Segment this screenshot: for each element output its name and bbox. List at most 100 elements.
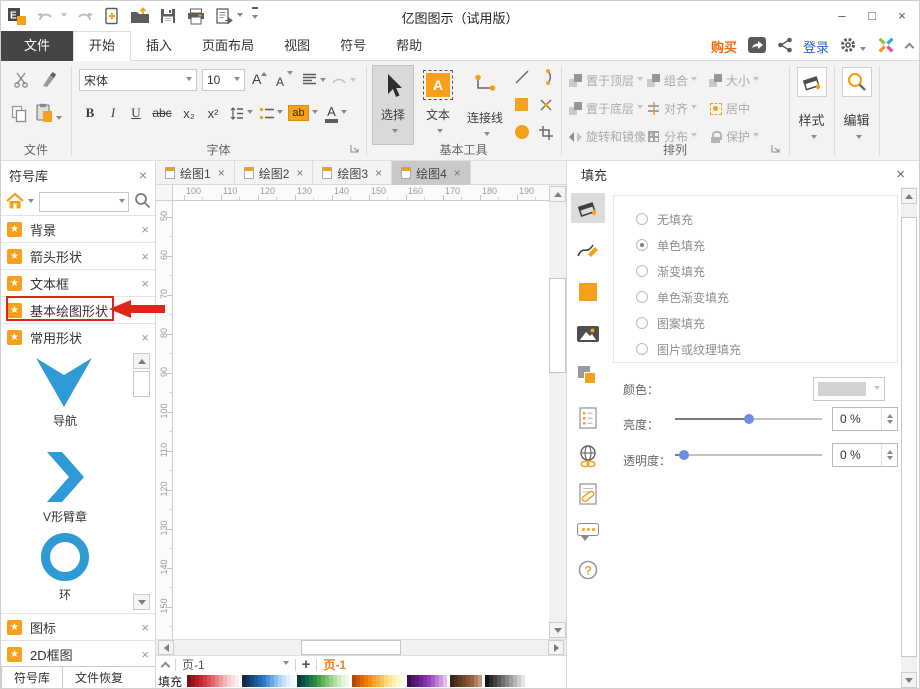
drawing-tab-1[interactable]: 绘图1× — [156, 161, 235, 185]
library-item-arrow-shapes[interactable]: ★箭头形状× — [1, 243, 155, 270]
page-list-icon[interactable] — [571, 403, 605, 433]
color-swatch[interactable] — [290, 675, 294, 687]
scroll-right-icon[interactable] — [548, 640, 564, 655]
text-tool-button[interactable]: A 文本 — [418, 65, 458, 145]
color-swatch[interactable] — [235, 675, 239, 687]
shape-v-chevron[interactable] — [47, 452, 85, 505]
edit-button[interactable]: 编辑 — [834, 61, 879, 161]
page-selector[interactable]: 页-1 — [182, 656, 205, 673]
menu-tab-page-layout[interactable]: 页面布局 — [187, 31, 269, 61]
line-spacing-button[interactable] — [227, 101, 255, 125]
drawing-tab-2[interactable]: 绘图2× — [235, 161, 314, 185]
connector-tool-button[interactable]: 连接线 — [462, 65, 508, 145]
style-button[interactable]: 样式 — [789, 61, 834, 161]
minimize-button[interactable]: – — [827, 1, 857, 29]
line-shape-icon[interactable] — [514, 69, 530, 88]
color-swatch[interactable] — [345, 675, 349, 687]
export-caret-icon[interactable] — [237, 13, 243, 20]
slider-handle[interactable] — [744, 414, 754, 424]
library-item-2d-block-diagram[interactable]: ★2D框图× — [1, 641, 155, 668]
home-caret-icon[interactable] — [28, 199, 34, 206]
customize-toolbar-button[interactable] — [252, 7, 258, 25]
collapse-pages-icon[interactable] — [161, 661, 171, 671]
scroll-up-icon[interactable] — [901, 188, 917, 204]
export-share-icon[interactable] — [747, 36, 767, 57]
font-name-combobox[interactable]: 宋体 — [79, 69, 197, 91]
font-color-button[interactable]: A — [321, 101, 351, 125]
open-button[interactable] — [130, 7, 150, 25]
close-icon[interactable]: × — [296, 166, 303, 180]
arrange-center[interactable]: 居中 — [709, 98, 787, 118]
brightness-spinner[interactable]: 0 % — [832, 407, 898, 431]
fill-option-no-fill[interactable]: 无填充 — [636, 206, 897, 232]
close-icon[interactable]: × — [141, 330, 149, 345]
color-square-icon[interactable] — [571, 277, 605, 307]
shadow-icon[interactable] — [571, 361, 605, 391]
menu-tab-symbols[interactable]: 符号 — [325, 31, 381, 61]
search-input[interactable] — [39, 192, 129, 212]
close-icon[interactable]: × — [454, 166, 461, 180]
fill-option-picture-texture-fill[interactable]: 图片或纹理填充 — [636, 336, 897, 362]
paste-icon[interactable] — [35, 103, 62, 126]
menu-tab-insert[interactable]: 插入 — [131, 31, 187, 61]
color-dropdown[interactable] — [813, 377, 885, 401]
close-icon[interactable]: × — [141, 222, 149, 237]
shape-ring[interactable] — [40, 532, 90, 585]
library-item-common-shapes[interactable]: ★常用形状× — [1, 324, 155, 351]
transparency-slider[interactable] — [675, 449, 822, 461]
highlight-color-button[interactable]: ab — [287, 101, 319, 125]
page-selector-caret-icon[interactable] — [283, 661, 289, 668]
color-swatch[interactable] — [521, 675, 525, 687]
superscript-button[interactable]: x² — [201, 101, 225, 125]
ellipse-shape-icon[interactable] — [515, 125, 529, 139]
bullet-list-button[interactable] — [257, 101, 285, 125]
select-tool-button[interactable]: 选择 — [372, 65, 414, 145]
scrollbar-thumb[interactable] — [901, 217, 917, 657]
transparency-spinner[interactable]: 0 % — [832, 443, 898, 467]
menu-tab-view[interactable]: 视图 — [269, 31, 325, 61]
scrollbar-thumb[interactable] — [549, 278, 566, 373]
shape-navigation[interactable] — [35, 358, 93, 411]
close-icon[interactable]: × — [896, 166, 905, 183]
cross-connector-icon[interactable] — [538, 97, 554, 116]
share-icon[interactable] — [777, 37, 793, 56]
fill-panel-scrollbar[interactable] — [901, 187, 917, 689]
scroll-down-icon[interactable] — [549, 622, 566, 638]
menu-tab-home[interactable]: 开始 — [73, 31, 131, 61]
fill-option-pattern-fill[interactable]: 图案填充 — [636, 310, 897, 336]
close-icon[interactable]: × — [375, 166, 382, 180]
close-icon[interactable]: × — [141, 249, 149, 264]
redo-button[interactable] — [76, 8, 94, 24]
tab-symbol-library[interactable]: 符号库 — [1, 667, 63, 689]
hyperlink-icon[interactable] — [571, 441, 605, 471]
search-icon[interactable] — [134, 192, 151, 212]
scroll-up-icon[interactable] — [549, 186, 566, 202]
scrollbar-thumb[interactable] — [301, 640, 401, 655]
shape-panel-scrollbar[interactable] — [133, 353, 150, 610]
fill-option-solid-fill[interactable]: 单色填充 — [636, 232, 897, 258]
settings-caret-icon[interactable] — [860, 47, 866, 54]
library-item-text-box[interactable]: ★文本框× — [1, 270, 155, 297]
tab-file-recovery[interactable]: 文件恢复 — [63, 667, 135, 689]
login-button[interactable]: 登录 — [803, 37, 829, 56]
fill-option-gradient-fill[interactable]: 渐变填充 — [636, 258, 897, 284]
arrange-group[interactable]: 组合 — [647, 70, 707, 90]
subscript-button[interactable]: x₂ — [177, 101, 201, 125]
undo-button[interactable] — [36, 8, 67, 24]
italic-button[interactable]: I — [102, 101, 124, 125]
library-item-background[interactable]: ★背景× — [1, 216, 155, 243]
close-icon[interactable]: × — [218, 166, 225, 180]
cut-icon[interactable] — [13, 71, 30, 91]
help-icon[interactable]: ? — [571, 555, 605, 585]
export-button[interactable] — [215, 8, 243, 25]
close-icon[interactable]: × — [141, 620, 149, 635]
arrange-bring-to-front[interactable]: 置于顶层 — [569, 70, 645, 90]
save-button[interactable] — [159, 7, 177, 25]
print-button[interactable] — [186, 8, 206, 25]
close-icon[interactable]: × — [141, 647, 149, 662]
canvas-vertical-scrollbar[interactable] — [549, 185, 566, 639]
drawing-canvas[interactable] — [173, 201, 549, 639]
increase-font-button[interactable]: A — [252, 71, 267, 87]
comment-icon[interactable] — [571, 517, 605, 547]
strikethrough-button[interactable]: abc — [148, 101, 176, 125]
